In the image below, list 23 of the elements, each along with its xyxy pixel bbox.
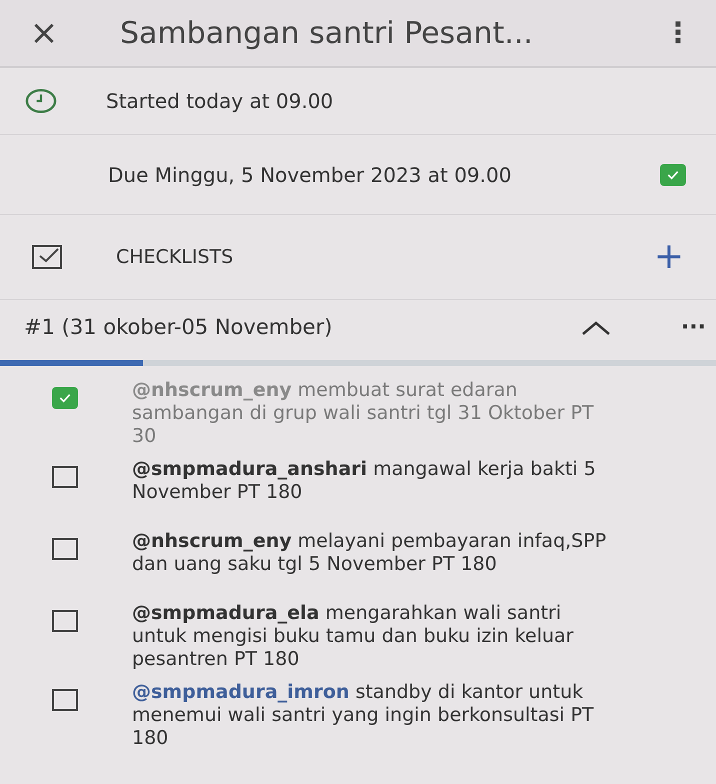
checklist-item-text: @smpmadura_ela mengarahkan wali santri untuk mengisi buku tamu dan buku izin keluar pesantren PT 180	[132, 602, 574, 671]
more-menu-button[interactable]: ⋮	[664, 12, 692, 54]
card-title: Sambangan santri Pesant...	[120, 14, 533, 52]
checkbox[interactable]	[660, 164, 686, 186]
checklist-item-text: @nhscrum_eny membuat surat edaran sambangan di grup wali santri tgl 31 Oktober PT 30	[132, 379, 595, 448]
checklist-title: #1 (31 okober-05 November)	[24, 314, 332, 341]
checkbox[interactable]	[52, 538, 78, 560]
checkbox[interactable]	[52, 466, 78, 488]
checkbox[interactable]	[52, 689, 78, 711]
checklist-icon	[32, 245, 62, 269]
chevron-up-icon	[580, 320, 611, 336]
clock-icon	[24, 88, 58, 114]
checkbox[interactable]	[52, 610, 78, 632]
checklist-item-text: @smpmadura_imron standby di kantor untuk menemui wali santri yang ingin berkonsultasi PT 180	[132, 681, 595, 750]
checkbox[interactable]	[52, 387, 78, 409]
more-button[interactable]: ···	[680, 311, 706, 344]
checklist-item-text: @smpmadura_anshari mangawal kerja bakti 5 November PT 180	[132, 458, 597, 504]
add-button[interactable]: +	[654, 239, 684, 275]
due-date-text: Due Minggu, 5 November 2023 at 09.00	[108, 162, 512, 186]
section-label: CHECKLISTS	[116, 244, 234, 270]
close-button[interactable]: ×	[24, 8, 64, 58]
checklist-item-text: @nhscrum_eny melayani pembayaran infaq,SPP dan uang saku tgl 5 November PT 180	[132, 530, 608, 576]
start-date-text: Started today at 09.00	[106, 88, 334, 115]
